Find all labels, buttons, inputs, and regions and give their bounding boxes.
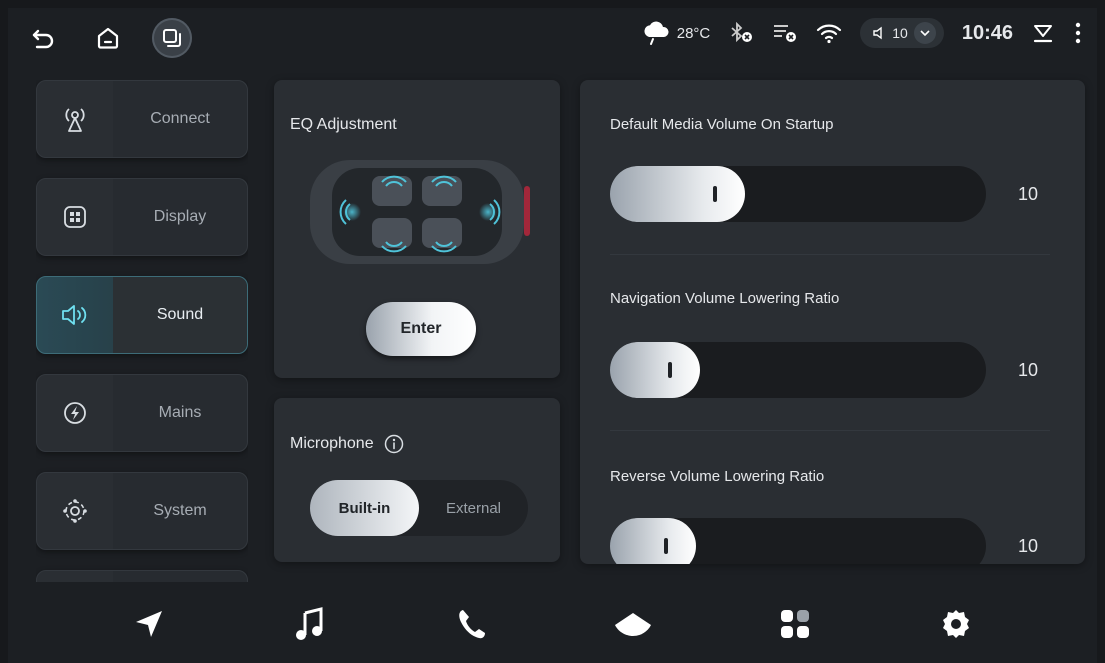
chevron-down-icon xyxy=(920,30,930,37)
volume-value: 10 xyxy=(892,25,908,41)
apps-grid-icon xyxy=(780,609,809,638)
reverse-volume-label: Reverse Volume Lowering Ratio xyxy=(610,468,825,485)
cloud-rain-icon xyxy=(644,21,669,45)
sidebar-item-label: Mains xyxy=(113,375,247,451)
gear-icon xyxy=(943,609,970,638)
speaker-icon xyxy=(62,305,87,325)
phone-icon xyxy=(459,609,485,638)
microphone-title: Microphone xyxy=(290,435,374,452)
sidebar-item-system[interactable]: System xyxy=(36,472,248,550)
microphone-card: Microphone Built-in External xyxy=(274,398,560,562)
nav-music-button[interactable] xyxy=(280,594,340,654)
more-menu-icon[interactable] xyxy=(1073,21,1083,45)
status-bar: 28°C 10 10:46 xyxy=(8,8,1097,64)
nav-apps-button[interactable] xyxy=(765,594,825,654)
slider-thumb[interactable] xyxy=(668,362,672,378)
sidebar-item-sound[interactable]: Sound xyxy=(36,276,248,354)
settings-sidebar: Connect Display Sound Mains System xyxy=(36,80,248,582)
back-icon xyxy=(32,29,54,49)
bluetooth-off-icon xyxy=(731,22,753,43)
slider-fill xyxy=(610,342,700,398)
media-volume-slider[interactable] xyxy=(610,166,986,222)
car-top-icon xyxy=(615,612,652,636)
data-off-icon xyxy=(774,25,797,42)
divider xyxy=(610,430,1050,431)
nav-car-button[interactable] xyxy=(603,594,663,654)
info-icon[interactable] xyxy=(384,434,404,454)
home-icon xyxy=(97,27,119,49)
media-volume-label: Default Media Volume On Startup xyxy=(610,116,834,133)
slider-fill xyxy=(610,166,745,222)
sidebar-item-label: Display xyxy=(113,179,247,255)
microphone-title-row: Microphone xyxy=(290,434,404,454)
bolt-icon xyxy=(64,402,86,424)
reverse-volume-value: 10 xyxy=(1018,536,1039,556)
eq-title: EQ Adjustment xyxy=(290,116,397,133)
sidebar-item-label: Connect xyxy=(113,81,247,157)
wifi-icon xyxy=(817,24,842,44)
navigation-arrow-icon xyxy=(135,610,162,637)
bottom-dock xyxy=(8,584,1097,663)
sidebar-item-display[interactable]: Display xyxy=(36,178,248,256)
option-built-in[interactable]: Built-in xyxy=(310,480,419,536)
sidebar-item-label: System xyxy=(113,473,247,549)
nav-phone-button[interactable] xyxy=(442,594,502,654)
slider-fill xyxy=(610,518,696,564)
display-grid-icon xyxy=(64,206,86,228)
media-volume-value: 10 xyxy=(1018,184,1039,204)
sidebar-item-more[interactable] xyxy=(36,570,248,582)
temperature-text: 28°C xyxy=(676,24,711,42)
slider-thumb[interactable] xyxy=(713,186,717,202)
app-frame: 28°C 10 10:46 Connect Display Sound Main… xyxy=(8,8,1097,663)
eq-card: EQ Adjustment Enter xyxy=(274,80,560,378)
notification-tray-icon[interactable] xyxy=(1031,22,1055,44)
navigation-volume-label: Navigation Volume Lowering Ratio xyxy=(610,290,840,307)
status-right: 28°C 10 10:46 xyxy=(641,18,1083,48)
nav-settings-button[interactable] xyxy=(926,594,986,654)
clock: 10:46 xyxy=(961,21,1013,44)
home-button[interactable] xyxy=(88,18,128,58)
multitask-button[interactable] xyxy=(152,18,192,58)
sidebar-item-label: Sound xyxy=(113,277,247,353)
option-external[interactable]: External xyxy=(419,480,528,536)
navigation-volume-slider[interactable] xyxy=(610,342,986,398)
volume-settings-card: Default Media Volume On Startup 10 Navig… xyxy=(580,80,1085,564)
divider xyxy=(610,254,1050,255)
slider-thumb[interactable] xyxy=(664,538,668,554)
nav-navigation-button[interactable] xyxy=(119,594,179,654)
system-settings-icon xyxy=(63,499,87,523)
volume-dropdown-button[interactable] xyxy=(913,22,936,44)
sidebar-item-connect[interactable]: Connect xyxy=(36,80,248,158)
reverse-volume-slider[interactable] xyxy=(610,518,986,564)
status-left xyxy=(24,18,192,58)
back-button[interactable] xyxy=(24,18,64,58)
microphone-segmented-control: Built-in External xyxy=(310,480,528,536)
sidebar-item-mains[interactable]: Mains xyxy=(36,374,248,452)
car-speakers-illustration xyxy=(310,160,530,264)
eq-enter-button[interactable]: Enter xyxy=(366,302,476,356)
navigation-volume-value: 10 xyxy=(1018,360,1039,380)
antenna-icon xyxy=(65,108,85,132)
volume-pill[interactable]: 10 xyxy=(860,18,944,48)
speaker-small-icon xyxy=(873,26,882,40)
weather-widget[interactable]: 28°C xyxy=(641,21,711,45)
music-note-icon xyxy=(296,606,323,640)
windows-icon xyxy=(163,29,181,47)
